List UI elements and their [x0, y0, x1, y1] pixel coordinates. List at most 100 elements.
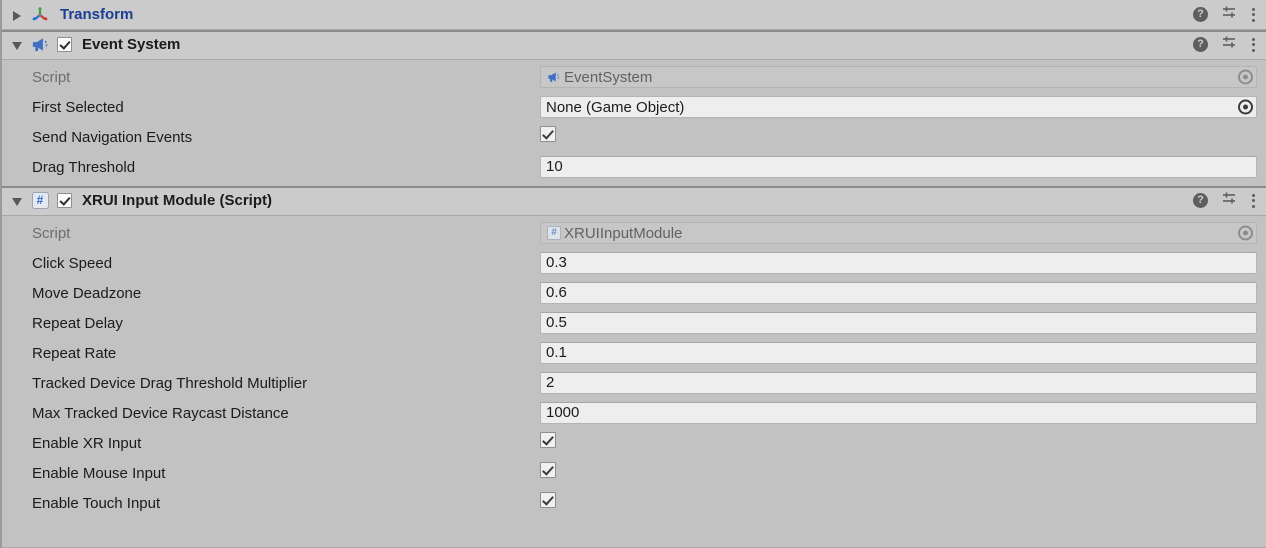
foldout-collapsed-icon[interactable]	[10, 7, 26, 23]
property-field-wrap: 0.1	[540, 342, 1257, 364]
property-label: Script	[32, 224, 71, 242]
component-transform: Transform?	[2, 0, 1266, 30]
drag-threshold-field[interactable]: 10	[540, 156, 1257, 178]
component-header-tools: ?	[1193, 186, 1256, 215]
component-title: XRUI Input Module (Script)	[82, 192, 272, 209]
property-field-wrap: # XRUIInputModule	[540, 222, 1257, 244]
field-value: EventSystem	[564, 68, 653, 86]
property-field-wrap	[540, 462, 1257, 484]
kebab-menu-icon[interactable]	[1252, 37, 1256, 53]
component-enable-checkbox-event-system[interactable]	[57, 37, 72, 52]
property-label: Repeat Rate	[32, 344, 117, 362]
component-enable-checkbox-xrui-input-module[interactable]	[57, 193, 72, 208]
help-icon[interactable]: ?	[1193, 7, 1208, 22]
property-label: Enable XR Input	[32, 434, 142, 452]
script-hash-icon: #	[547, 226, 561, 240]
property-row: Enable Mouse Input	[2, 458, 1266, 488]
inspector-panel: Transform? Event System? Script EventSystem…	[0, 0, 1266, 548]
component-list: Transform? Event System? Script EventSystem…	[2, 0, 1266, 522]
preset-icon[interactable]	[1222, 191, 1238, 206]
property-field-wrap	[540, 492, 1257, 514]
property-field-wrap	[540, 126, 1257, 148]
max-tracked-device-raycast-distance-field[interactable]: 1000	[540, 402, 1257, 424]
preset-icon[interactable]	[1222, 5, 1238, 20]
megaphone-icon	[548, 72, 560, 82]
foldout-expanded-icon[interactable]	[10, 37, 26, 53]
property-row: Enable XR Input	[2, 428, 1266, 458]
property-row: Click Speed 0.3	[2, 248, 1266, 278]
property-label: Script	[32, 68, 71, 86]
component-header-tools: ?	[1193, 30, 1256, 59]
repeat-delay-field[interactable]: 0.5	[540, 312, 1257, 334]
property-label: First Selected	[32, 98, 124, 116]
click-speed-field[interactable]: 0.3	[540, 252, 1257, 274]
transform-gizmo-icon	[32, 6, 48, 20]
property-label: Drag Threshold	[32, 158, 136, 176]
property-label: Send Navigation Events	[32, 128, 193, 146]
megaphone-icon	[32, 38, 47, 52]
object-picker-icon[interactable]	[1238, 99, 1253, 115]
property-field-wrap: 1000	[540, 402, 1257, 424]
property-field-wrap: 0.3	[540, 252, 1257, 274]
field-icon-megaphone-icon	[546, 70, 562, 84]
help-icon[interactable]: ?	[1193, 37, 1208, 52]
preset-icon-wrap[interactable]	[1222, 35, 1238, 55]
preset-icon-wrap[interactable]	[1222, 5, 1238, 25]
kebab-menu-icon[interactable]	[1252, 193, 1256, 209]
enable-touch-input-checkbox[interactable]	[540, 492, 556, 508]
preset-icon-wrap[interactable]	[1222, 191, 1238, 211]
component-body-event-system: Script EventSystem First Selected None (Gam…	[2, 60, 1266, 186]
tracked-device-drag-threshold-multiplier-field[interactable]: 2	[540, 372, 1257, 394]
field-icon-script-hash-icon: #	[546, 226, 562, 240]
component-title: Event System	[82, 36, 181, 53]
field-value: None (Game Object)	[546, 98, 685, 116]
property-field-wrap: None (Game Object)	[540, 96, 1257, 118]
property-row: Move Deadzone 0.6	[2, 278, 1266, 308]
property-row: Drag Threshold 10	[2, 152, 1266, 182]
component-icon-script-hash-icon: #	[30, 191, 50, 211]
kebab-menu-icon[interactable]	[1252, 7, 1256, 23]
property-row: Repeat Delay 0.5	[2, 308, 1266, 338]
property-row: First Selected None (Game Object)	[2, 92, 1266, 122]
script-field[interactable]: EventSystem	[540, 66, 1257, 88]
enable-xr-input-checkbox[interactable]	[540, 432, 556, 448]
field-value: XRUIInputModule	[564, 224, 683, 242]
first-selected-field[interactable]: None (Game Object)	[540, 96, 1257, 118]
property-row: Tracked Device Drag Threshold Multiplier…	[2, 368, 1266, 398]
property-label: Enable Touch Input	[32, 494, 161, 512]
property-row: Enable Touch Input	[2, 488, 1266, 518]
property-row: Send Navigation Events	[2, 122, 1266, 152]
component-header-transform[interactable]: Transform?	[2, 0, 1266, 30]
property-label: Enable Mouse Input	[32, 464, 166, 482]
property-label: Tracked Device Drag Threshold Multiplier	[32, 374, 308, 392]
property-row: Script EventSystem	[2, 62, 1266, 92]
component-header-event-system[interactable]: Event System?	[2, 30, 1266, 60]
enable-mouse-input-checkbox[interactable]	[540, 462, 556, 478]
property-label: Max Tracked Device Raycast Distance	[32, 404, 289, 422]
property-row: Repeat Rate 0.1	[2, 338, 1266, 368]
repeat-rate-field[interactable]: 0.1	[540, 342, 1257, 364]
help-icon[interactable]: ?	[1193, 193, 1208, 208]
foldout-expanded-icon[interactable]	[10, 193, 26, 209]
component-header-xrui-input-module[interactable]: # XRUI Input Module (Script)?	[2, 186, 1266, 216]
property-row: Max Tracked Device Raycast Distance 1000	[2, 398, 1266, 428]
property-field-wrap: 0.6	[540, 282, 1257, 304]
object-picker-icon[interactable]	[1238, 69, 1253, 85]
script-field[interactable]: # XRUIInputModule	[540, 222, 1257, 244]
property-field-wrap: 10	[540, 156, 1257, 178]
panel-bottom-edge	[2, 544, 1266, 548]
object-picker-icon[interactable]	[1238, 225, 1253, 241]
send-navigation-events-checkbox[interactable]	[540, 126, 556, 142]
property-label: Click Speed	[32, 254, 113, 272]
script-hash-icon: #	[31, 192, 49, 209]
preset-icon[interactable]	[1222, 35, 1238, 50]
property-field-wrap	[540, 432, 1257, 454]
component-icon-megaphone-icon	[30, 35, 50, 55]
component-header-tools: ?	[1193, 0, 1256, 29]
component-title[interactable]: Transform	[60, 6, 133, 23]
move-deadzone-field[interactable]: 0.6	[540, 282, 1257, 304]
component-body-xrui-input-module: Script # XRUIInputModule Click Speed 0.3 Move…	[2, 216, 1266, 522]
property-label: Repeat Delay	[32, 314, 123, 332]
property-field-wrap: 0.5	[540, 312, 1257, 334]
component-icon-transform-gizmo-icon	[30, 5, 50, 25]
